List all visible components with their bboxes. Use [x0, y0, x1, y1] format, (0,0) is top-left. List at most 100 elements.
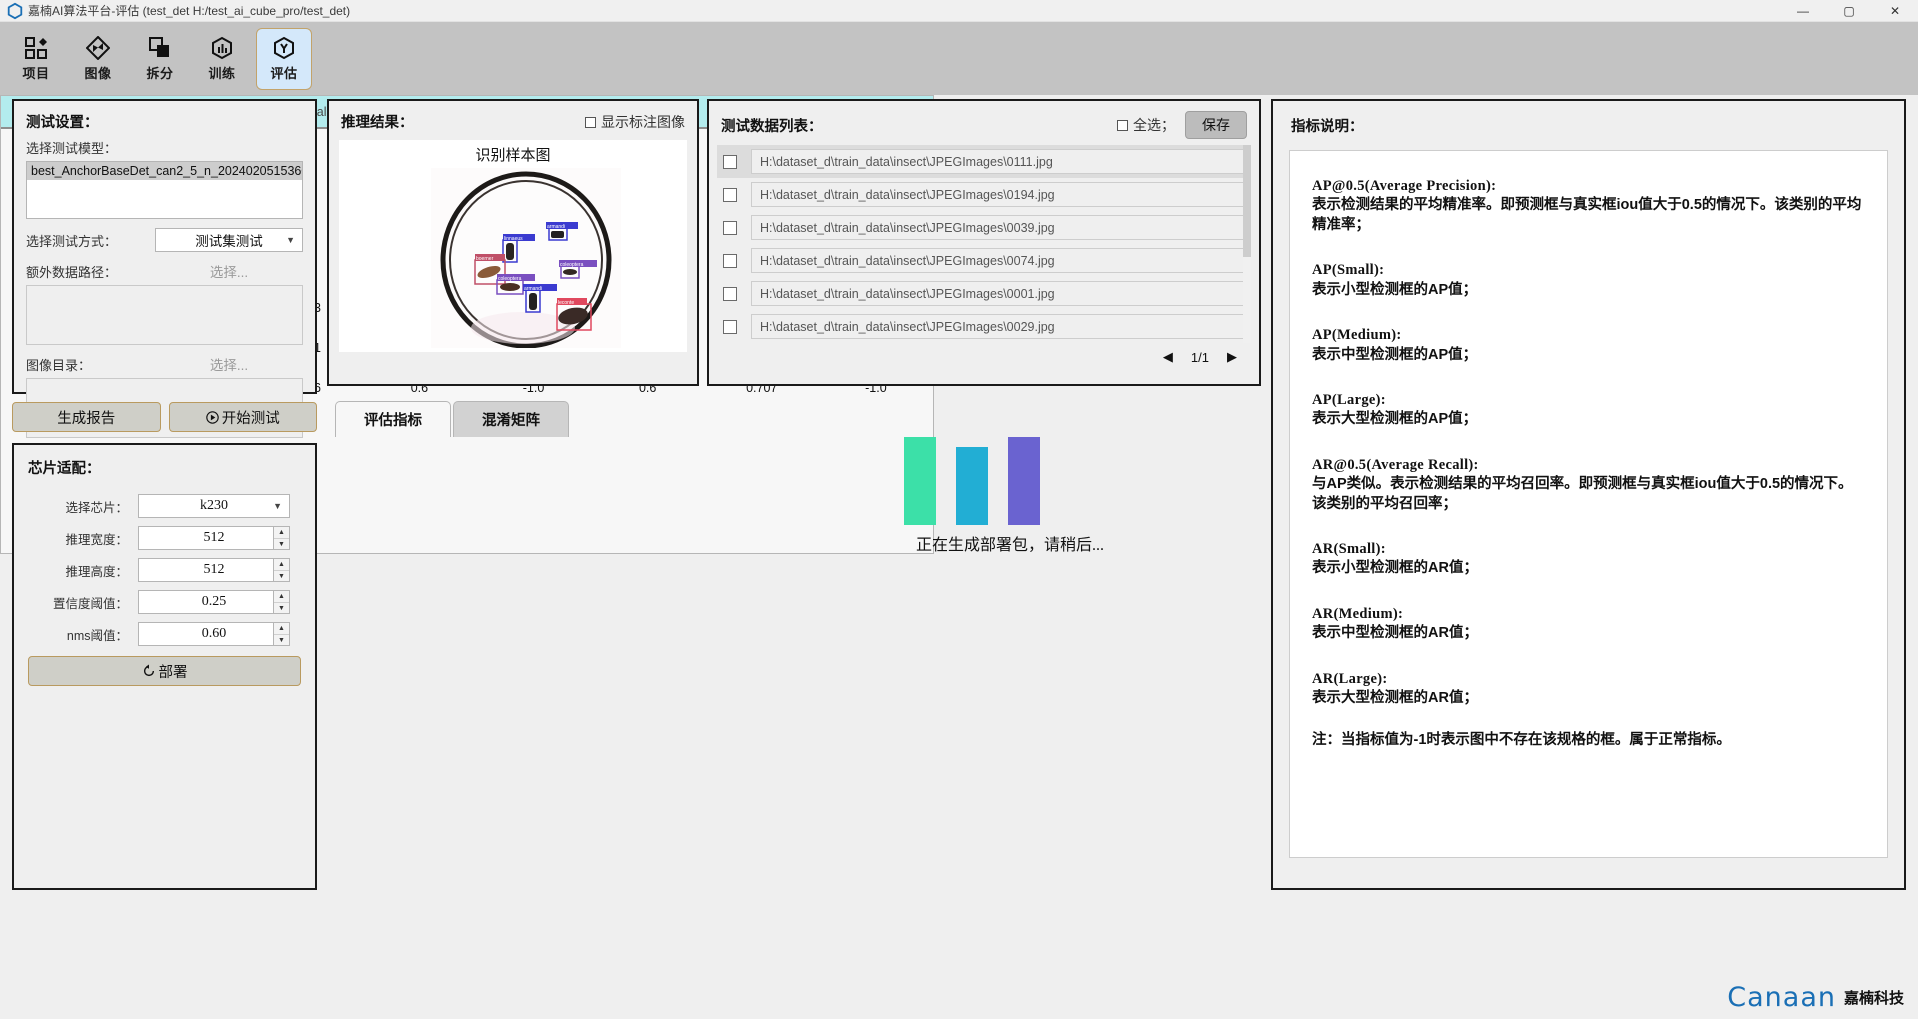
svg-text:armandi: armandi: [547, 224, 565, 230]
spinner-down-icon[interactable]: ▼: [274, 634, 289, 645]
list-item[interactable]: H:\dataset_d\train_data\insect\JPEGImage…: [717, 178, 1251, 211]
help-desc: 表示大型检测框的AR值；: [1312, 690, 1478, 707]
brand-name-cn: 嘉楠科技: [1843, 990, 1904, 1007]
row-checkbox[interactable]: [723, 286, 737, 301]
spinner-up-icon[interactable]: ▲: [274, 591, 289, 603]
chip-select-value: k230: [200, 498, 228, 513]
next-page-button[interactable]: ▶: [1227, 349, 1237, 365]
infer-height-label: 推理高度：: [65, 564, 128, 579]
grid-icon: [25, 36, 47, 59]
spinner-buttons[interactable]: ▲ ▼: [273, 527, 289, 549]
row-checkbox[interactable]: [723, 253, 737, 268]
help-desc: 表示中型检测框的AP值；: [1312, 346, 1478, 363]
toolbar-item-image[interactable]: 图像: [70, 28, 126, 90]
list-item[interactable]: H:\dataset_d\train_data\insect\JPEGImage…: [717, 211, 1251, 244]
help-term: AR(Medium):: [1312, 605, 1404, 622]
row-path[interactable]: H:\dataset_d\train_data\insect\JPEGImage…: [751, 281, 1251, 306]
spinner-buttons[interactable]: ▲ ▼: [273, 559, 289, 581]
test-mode-value: 测试集测试: [195, 234, 263, 249]
extra-path-choose-button[interactable]: 选择...: [155, 261, 303, 281]
spinner-down-icon[interactable]: ▼: [274, 602, 289, 613]
prev-page-button[interactable]: ◀: [1163, 349, 1173, 365]
list-item[interactable]: H:\dataset_d\train_data\insect\JPEGImage…: [717, 244, 1251, 277]
svg-text:boerner: boerner: [476, 256, 494, 262]
pager: ◀ 1/1 ▶: [709, 343, 1259, 365]
row-path[interactable]: H:\dataset_d\train_data\insect\JPEGImage…: [751, 149, 1251, 174]
image-dir-choose-button[interactable]: 选择...: [155, 354, 303, 374]
row-checkbox[interactable]: [723, 187, 737, 202]
infer-width-row: 推理宽度： 512 ▲ ▼: [28, 526, 301, 550]
row-path[interactable]: H:\dataset_d\train_data\insect\JPEGImage…: [751, 182, 1251, 207]
conf-threshold-value: 0.25: [201, 594, 227, 609]
deploy-button[interactable]: 部署: [28, 656, 301, 686]
help-term-note: 注：: [1312, 731, 1341, 748]
data-list-body[interactable]: H:\dataset_d\train_data\insect\JPEGImage…: [717, 145, 1251, 343]
generate-report-button[interactable]: 生成报告: [12, 402, 161, 432]
chip-select-combo[interactable]: k230 ▼: [138, 494, 290, 518]
start-test-label: 开始测试: [221, 410, 280, 427]
spinner-up-icon[interactable]: ▲: [274, 623, 289, 635]
model-selected-item[interactable]: best_AnchorBaseDet_can2_5_n_202402051536…: [27, 162, 302, 180]
select-all-toggle[interactable]: 全选；: [1117, 115, 1175, 135]
main-toolbar: 项目 图像 拆分 训练 评估: [0, 22, 1918, 95]
row-path[interactable]: H:\dataset_d\train_data\insect\JPEGImage…: [751, 314, 1251, 339]
tab-confusion-matrix[interactable]: 混淆矩阵: [453, 401, 569, 437]
toolbar-item-evaluate[interactable]: 评估: [256, 27, 312, 90]
nms-threshold-label: nms阈值：: [66, 628, 128, 643]
list-item[interactable]: H:\dataset_d\train_data\insect\JPEGImage…: [717, 145, 1251, 178]
test-settings-title: 测试设置：: [26, 115, 99, 131]
spinner-buttons[interactable]: ▲ ▼: [273, 623, 289, 645]
split-icon: [149, 36, 169, 57]
metrics-help-panel: 指标说明： AP@0.5(Average Precision): 表示检测结果的…: [1271, 99, 1906, 890]
chevron-down-icon: ▼: [273, 501, 282, 511]
extra-path-box[interactable]: [26, 285, 303, 345]
show-annotation-label: 显示标注图像: [601, 113, 685, 130]
row-path[interactable]: H:\dataset_d\train_data\insect\JPEGImage…: [751, 248, 1251, 273]
conf-threshold-row: 置信度阈值： 0.25 ▲ ▼: [28, 590, 301, 614]
inference-image-area[interactable]: 识别样本图 linnaeus armandi boerner coleopter…: [339, 140, 687, 352]
list-item[interactable]: H:\dataset_d\train_data\insect\JPEGImage…: [717, 277, 1251, 310]
maximize-button[interactable]: ▢: [1826, 0, 1872, 22]
inference-title: 推理结果：: [341, 115, 414, 131]
row-checkbox[interactable]: [723, 154, 737, 169]
tab-evaluation-metrics[interactable]: 评估指标: [335, 401, 451, 437]
toolbar-item-split[interactable]: 拆分: [132, 28, 188, 90]
select-all-checkbox[interactable]: [1117, 120, 1128, 131]
metrics-help-title: 指标说明：: [1291, 119, 1364, 135]
minimize-button[interactable]: —: [1780, 0, 1826, 22]
window-title: 嘉楠AI算法平台-评估 (test_det H:/test_ai_cube_pr…: [28, 4, 351, 18]
close-button[interactable]: ✕: [1872, 0, 1918, 22]
train-icon: [212, 36, 232, 59]
spinner-up-icon[interactable]: ▲: [274, 559, 289, 571]
model-listbox[interactable]: best_AnchorBaseDet_can2_5_n_202402051536…: [26, 161, 303, 219]
conf-threshold-stepper[interactable]: 0.25 ▲ ▼: [138, 590, 290, 614]
show-annotation-checkbox[interactable]: [585, 116, 596, 128]
chip-select-row: 选择芯片： k230 ▼: [28, 494, 301, 518]
test-mode-label: 选择测试方式：: [26, 233, 118, 249]
footer-brand: Canaan 嘉楠科技: [1727, 982, 1904, 1013]
spinner-buttons[interactable]: ▲ ▼: [273, 591, 289, 613]
window-controls: — ▢ ✕: [1780, 0, 1918, 22]
test-mode-row: 选择测试方式： 测试集测试 ▼: [26, 228, 303, 252]
spinner-down-icon[interactable]: ▼: [274, 570, 289, 581]
start-test-button[interactable]: 开始测试: [168, 402, 317, 432]
test-mode-combo[interactable]: 测试集测试 ▼: [155, 228, 303, 252]
toolbar-item-project[interactable]: 项目: [8, 28, 64, 90]
infer-width-stepper[interactable]: 512 ▲ ▼: [138, 526, 290, 550]
row-path[interactable]: H:\dataset_d\train_data\insect\JPEGImage…: [751, 215, 1251, 240]
save-button[interactable]: 保存: [1185, 111, 1247, 139]
show-annotation-toggle[interactable]: 显示标注图像: [585, 112, 685, 132]
help-entry-ar05: AR@0.5(Average Recall): 与AP类似。表示检测结果的平均召…: [1312, 456, 1865, 514]
row-checkbox[interactable]: [723, 319, 737, 334]
scrollbar-thumb[interactable]: [1243, 145, 1251, 257]
nms-threshold-stepper[interactable]: 0.60 ▲ ▼: [138, 622, 290, 646]
spinner-down-icon[interactable]: ▼: [274, 538, 289, 549]
list-scrollbar[interactable]: [1243, 145, 1251, 343]
list-item[interactable]: H:\dataset_d\train_data\insect\JPEGImage…: [717, 310, 1251, 343]
toolbar-label-train: 训练: [208, 65, 236, 81]
toolbar-item-train[interactable]: 训练: [194, 28, 250, 90]
row-checkbox[interactable]: [723, 220, 737, 235]
spinner-up-icon[interactable]: ▲: [274, 527, 289, 539]
help-term: AP(Medium):: [1312, 327, 1402, 344]
infer-height-stepper[interactable]: 512 ▲ ▼: [138, 558, 290, 582]
